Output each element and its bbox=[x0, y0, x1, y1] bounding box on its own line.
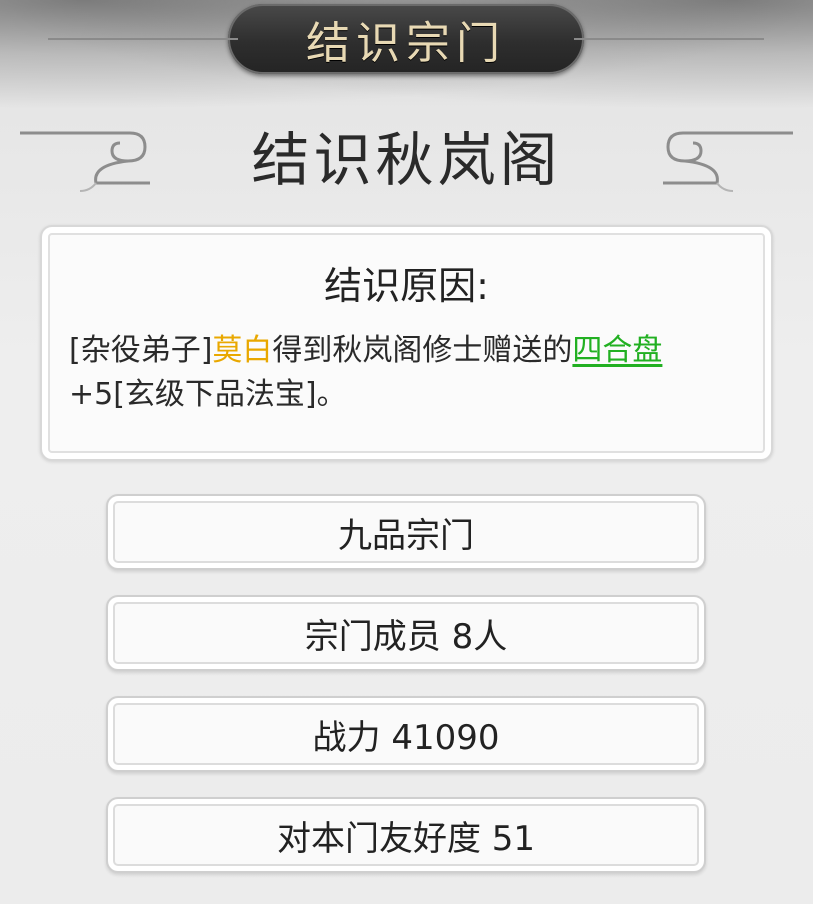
sect-members-button[interactable]: 宗门成员 8人 bbox=[106, 595, 706, 671]
title-plaque: 结识宗门 bbox=[48, 4, 764, 74]
sect-header: 结识秋岚阁 bbox=[0, 105, 813, 195]
reason-text: [杂役弟子]莫白得到秋岚阁修士赠送的四合盘 +5[玄级下品法宝]。 bbox=[69, 329, 749, 417]
sect-rank-label: 九品宗门 bbox=[338, 515, 474, 556]
reason-suffix: +5[玄级下品法宝]。 bbox=[69, 377, 347, 412]
cloud-scroll-right-icon bbox=[663, 131, 793, 192]
sect-friendship-label: 对本门友好度 51 bbox=[276, 818, 536, 859]
sect-friendship-button[interactable]: 对本门友好度 51 bbox=[106, 797, 706, 873]
reason-card: 结识原因: [杂役弟子]莫白得到秋岚阁修士赠送的四合盘 +5[玄级下品法宝]。 bbox=[40, 225, 773, 461]
page-title: 结识宗门 bbox=[306, 18, 506, 69]
reason-title: 结识原因: bbox=[324, 264, 489, 308]
sect-rank-button[interactable]: 九品宗门 bbox=[106, 494, 706, 570]
sect-power-button[interactable]: 战力 41090 bbox=[106, 696, 706, 772]
disciple-name[interactable]: 莫白 bbox=[212, 333, 272, 368]
disciple-rank: [杂役弟子] bbox=[69, 333, 213, 368]
item-link[interactable]: 四合盘 bbox=[572, 333, 662, 368]
sect-members-label: 宗门成员 8人 bbox=[304, 616, 508, 657]
reason-middle: 得到秋岚阁修士赠送的 bbox=[272, 333, 573, 368]
sect-power-label: 战力 41090 bbox=[312, 717, 500, 758]
